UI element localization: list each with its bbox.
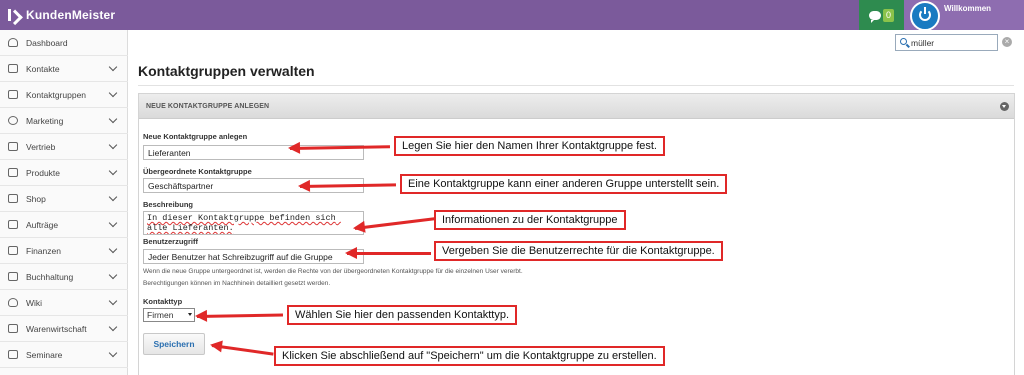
- sidebar-item-label: Finanzen: [26, 245, 61, 256]
- callout-parent: Eine Kontaktgruppe kann einer anderen Gr…: [400, 174, 728, 194]
- callout-arrow: [345, 247, 431, 259]
- save-button[interactable]: Speichern: [143, 333, 205, 355]
- welcome-text: Willkommen: [944, 4, 992, 13]
- callout-name: Legen Sie hier den Namen Ihrer Kontaktgr…: [394, 136, 665, 156]
- sidebar-item-kontakte[interactable]: Kontakte: [0, 56, 128, 82]
- sidebar-item-vertrieb[interactable]: Vertrieb: [0, 134, 128, 160]
- callout-access: Vergeben Sie die Benutzerrechte für die …: [434, 241, 723, 261]
- sidebar-item-label: Vertrieb: [26, 141, 56, 152]
- sidebar-item-auftraege[interactable]: Aufträge: [0, 212, 128, 238]
- arrow-head-icon: [345, 247, 357, 259]
- chat-bubble-icon: [869, 10, 881, 23]
- chevron-down-icon: [108, 88, 118, 98]
- sidebar-item-wiki[interactable]: Wiki: [0, 290, 128, 316]
- sidebar-item-label: Kontaktgruppen: [26, 89, 87, 100]
- accounting-icon: [8, 272, 18, 281]
- sidebar-item-label: Buchhaltung: [26, 271, 74, 282]
- sales-icon: [8, 142, 18, 151]
- sidebar-item-seminare[interactable]: Seminare: [0, 342, 128, 368]
- brand-logo[interactable]: KundenMeister: [7, 6, 115, 24]
- user-menu[interactable]: Willkommen: [904, 0, 1024, 31]
- description-textarea[interactable]: In dieser Kontaktgruppe befinden sich al…: [143, 211, 364, 235]
- panel-header[interactable]: NEUE KONTAKTGRUPPE ANLEGEN: [139, 94, 1014, 119]
- arrow-head-icon: [352, 220, 366, 235]
- chevron-down-icon: [108, 348, 118, 358]
- chevron-down-icon: [108, 62, 118, 72]
- sidebar-item-marketing[interactable]: Marketing: [0, 108, 128, 134]
- sidebar-item-label: Shop: [26, 193, 46, 204]
- chevron-down-icon: [108, 166, 118, 176]
- inventory-icon: [8, 324, 18, 333]
- orders-icon: [8, 220, 18, 229]
- contact-type-value: Firmen: [147, 310, 174, 320]
- arrow-head-icon: [194, 309, 208, 323]
- callout-type: Wählen Sie hier den passenden Kontakttyp…: [287, 305, 518, 325]
- arrow-head-icon: [297, 179, 311, 193]
- clear-search-icon[interactable]: ×: [1002, 37, 1012, 47]
- products-icon: [8, 168, 18, 177]
- sidebar-item-label: Produkte: [26, 167, 61, 178]
- sidebar-item-warenwirtschaft[interactable]: Warenwirtschaft: [0, 316, 128, 342]
- arrow-head-icon: [287, 141, 301, 155]
- sidebar-item-kontaktgruppen[interactable]: Kontaktgruppen: [0, 82, 128, 108]
- contact-groups-icon: [8, 90, 18, 99]
- divider: [138, 85, 1014, 86]
- chat-button[interactable]: 0: [859, 0, 904, 30]
- sidebar-item-shop[interactable]: Shop: [0, 186, 128, 212]
- sidebar-item-label: Marketing: [26, 115, 64, 126]
- search-icon: [900, 38, 907, 45]
- chevron-down-icon: [108, 296, 118, 306]
- chevron-down-icon: [108, 192, 118, 202]
- chevron-down-icon: [108, 322, 118, 332]
- chevron-down-icon: [108, 218, 118, 228]
- sidebar-item-label: Aufträge: [26, 219, 59, 230]
- group-name-label: Neue Kontaktgruppe anlegen: [143, 132, 248, 141]
- search-box[interactable]: [895, 34, 998, 51]
- sidebar-item-label: Wiki: [26, 297, 43, 308]
- kundenmeister-logo-icon: [7, 7, 21, 23]
- dropdown-arrow-icon: [188, 313, 192, 316]
- arrow-head-icon: [209, 338, 223, 353]
- chat-count-badge: 0: [883, 8, 894, 22]
- user-access-label: Benutzerzugriff: [143, 237, 198, 246]
- sidebar-item-dashboard[interactable]: Dashboard: [0, 30, 128, 56]
- user-access-input[interactable]: [143, 249, 364, 264]
- shop-icon: [8, 194, 18, 203]
- chevron-down-icon: [108, 244, 118, 254]
- contacts-icon: [8, 64, 18, 73]
- avatar[interactable]: [910, 1, 940, 31]
- sidebar-item-finanzen[interactable]: Finanzen: [0, 238, 128, 264]
- contact-type-label: Kontakttyp: [143, 297, 183, 306]
- help-text-permissions: Berechtigungen können im Nachhinein deta…: [143, 280, 331, 287]
- chevron-down-icon: [108, 140, 118, 150]
- sidebar-item-label: Seminare: [26, 349, 63, 360]
- brand-name: KundenMeister: [26, 8, 116, 22]
- search-input[interactable]: [911, 37, 993, 48]
- marketing-icon: [8, 116, 18, 125]
- parent-group-label: Übergeordnete Kontaktgruppe: [143, 167, 252, 176]
- description-label: Beschreibung: [143, 200, 194, 209]
- chevron-down-icon: [108, 270, 118, 280]
- top-bar: KundenMeister 0 Willkommen: [0, 0, 1024, 31]
- sidebar-item-buchhaltung[interactable]: Buchhaltung: [0, 264, 128, 290]
- finance-icon: [8, 246, 18, 255]
- power-icon: [919, 7, 931, 21]
- seminars-icon: [8, 350, 18, 359]
- help-text-inheritance: Wenn die neue Gruppe untergeordnet ist, …: [143, 268, 523, 275]
- collapse-toggle-icon[interactable]: [1000, 102, 1009, 111]
- sidebar-item-label: Dashboard: [26, 37, 68, 48]
- sidebar-item-label: Kontakte: [26, 63, 60, 74]
- contact-type-select[interactable]: Firmen: [143, 308, 195, 322]
- page-title: Kontaktgruppen verwalten: [138, 63, 315, 79]
- panel-title: NEUE KONTAKTGRUPPE ANLEGEN: [146, 103, 270, 110]
- sidebar-item-produkte[interactable]: Produkte: [0, 160, 128, 186]
- chevron-down-icon: [108, 114, 118, 124]
- sidebar-item-label: Warenwirtschaft: [26, 323, 87, 334]
- wiki-icon: [8, 298, 18, 307]
- callout-save: Klicken Sie abschließend auf "Speichern"…: [274, 346, 665, 366]
- sidebar: Dashboard Kontakte Kontaktgruppen Market…: [0, 30, 128, 375]
- callout-description: Informationen zu der Kontaktgruppe: [434, 210, 626, 230]
- dashboard-icon: [8, 38, 18, 47]
